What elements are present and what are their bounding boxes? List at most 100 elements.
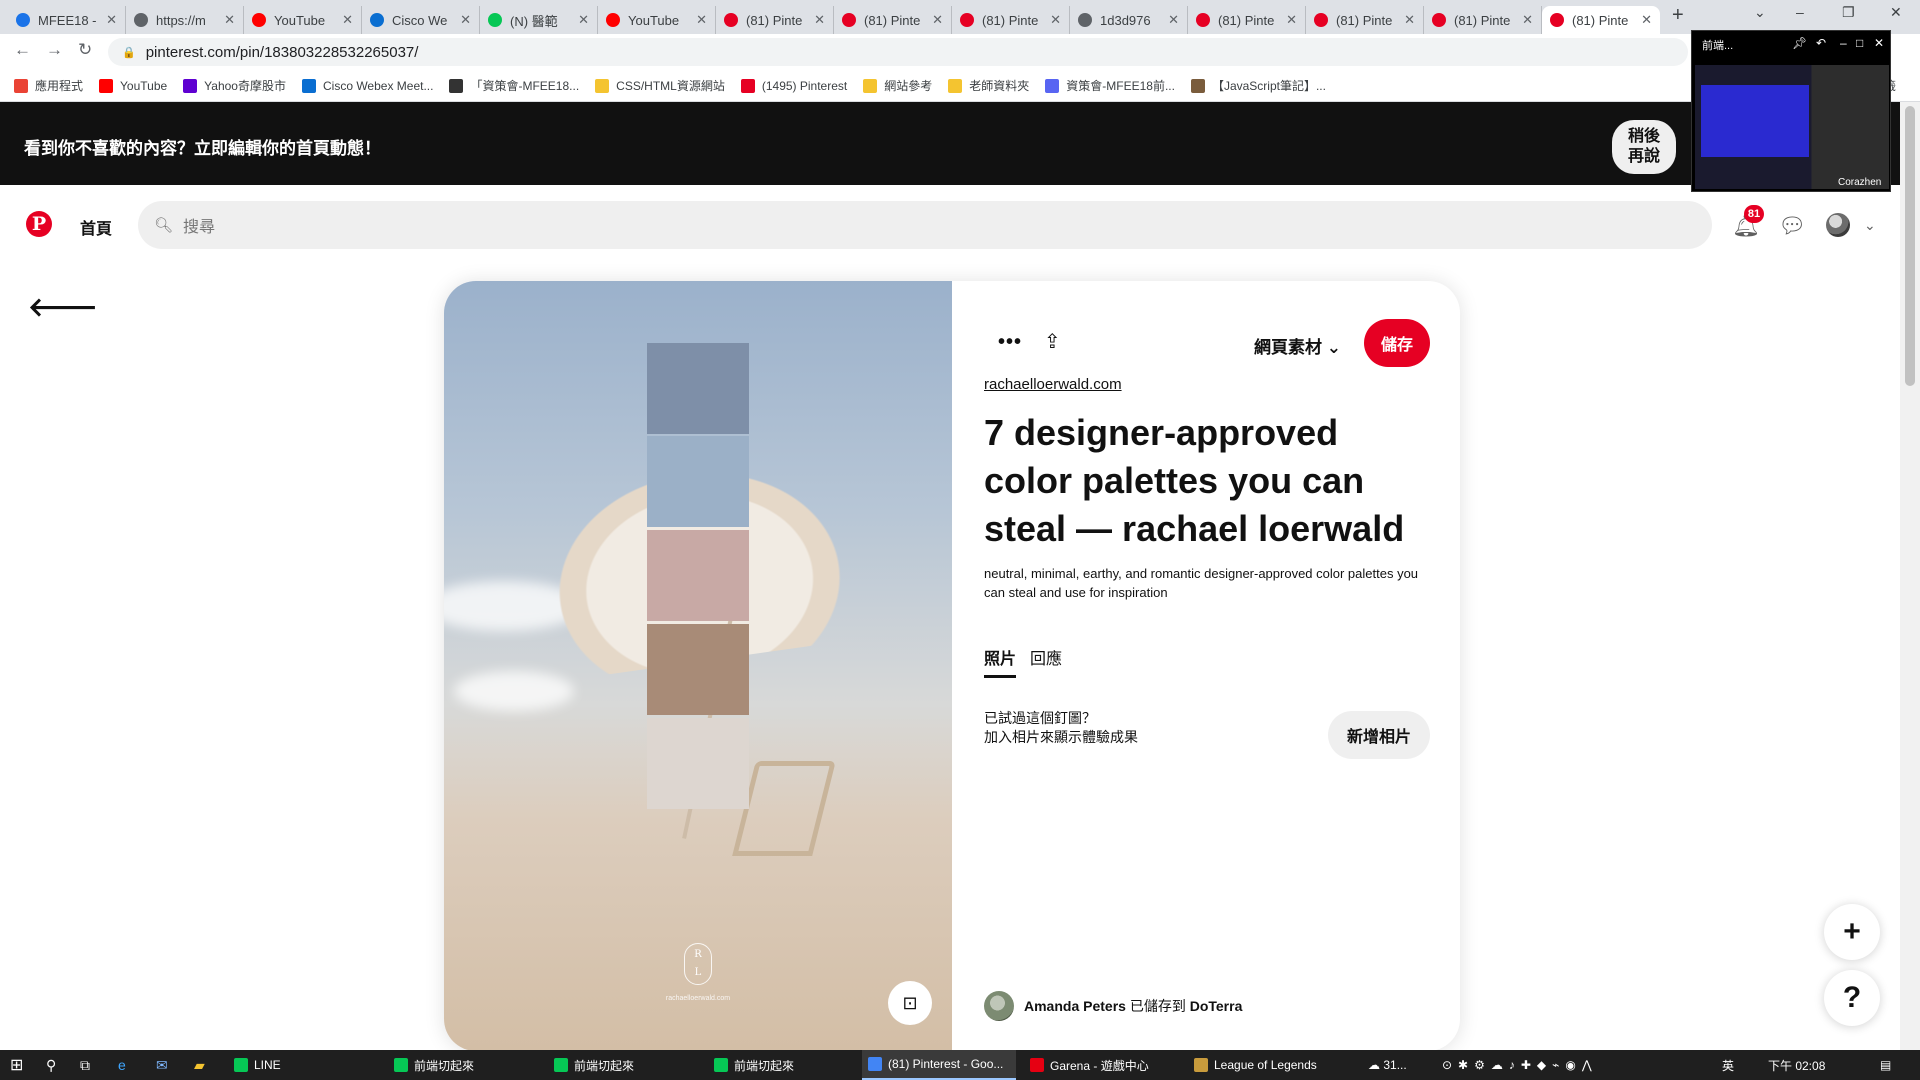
saver-board[interactable]: DoTerra <box>1190 998 1243 1014</box>
tab-search-icon[interactable]: ⌄ <box>1754 4 1766 21</box>
saver-name[interactable]: Amanda Peters <box>1024 998 1126 1014</box>
bookmark-item[interactable]: 老師資料夾 <box>948 77 1029 94</box>
pip-maximize-button[interactable]: □ <box>1856 36 1863 50</box>
reload-icon[interactable]: ↻ <box>78 40 92 60</box>
close-tab-icon[interactable]: ✕ <box>460 12 471 28</box>
close-window-button[interactable]: ✕ <box>1890 4 1902 21</box>
close-tab-icon[interactable]: ✕ <box>696 12 707 28</box>
ime-indicator[interactable]: 英 <box>1722 1050 1734 1080</box>
browser-tab[interactable]: Cisco We ✕ <box>362 6 480 34</box>
close-tab-icon[interactable]: ✕ <box>224 12 235 28</box>
maximize-button[interactable]: ❐ <box>1842 4 1855 21</box>
browser-tab[interactable]: https://m ✕ <box>126 6 244 34</box>
clock[interactable]: 下午 02:08 <box>1768 1050 1825 1080</box>
pin-window-icon[interactable]: 📌︎ <box>1792 36 1807 50</box>
scrollbar-thumb[interactable] <box>1905 106 1915 386</box>
taskbar-app[interactable]: 前端切起來 <box>548 1050 698 1080</box>
visual-search-icon[interactable]: ⊡ <box>888 981 932 1025</box>
bookmark-item[interactable]: 【JavaScript筆記】... <box>1190 77 1326 94</box>
bookmark-item[interactable]: 網站參考 <box>863 77 932 94</box>
browser-tab[interactable]: (81) Pinte ✕ <box>1542 6 1660 34</box>
close-tab-icon[interactable]: ✕ <box>1641 12 1652 28</box>
bookmark-item[interactable]: 資策會-MFEE18前... <box>1045 77 1175 94</box>
windows-start-icon[interactable]: ⊞ <box>10 1050 23 1080</box>
close-tab-icon[interactable]: ✕ <box>578 12 589 28</box>
pin-image[interactable]: RL rachaelloerwald.com ⊡ <box>444 281 952 1051</box>
add-photo-button[interactable]: 新增相片 <box>1328 711 1430 759</box>
close-tab-icon[interactable]: ✕ <box>106 12 117 28</box>
mail-icon[interactable]: ✉ <box>156 1050 168 1080</box>
taskbar-app[interactable]: Garena - 遊戲中心 <box>1024 1050 1180 1080</box>
taskbar-app[interactable]: 前端切起來 <box>708 1050 858 1080</box>
bookmark-item[interactable]: Cisco Webex Meet... <box>301 78 433 93</box>
browser-tab[interactable]: (81) Pinte ✕ <box>834 6 952 34</box>
close-tab-icon[interactable]: ✕ <box>1050 12 1061 28</box>
saver-avatar[interactable] <box>984 991 1014 1021</box>
browser-tab[interactable]: YouTube ✕ <box>598 6 716 34</box>
notification-center-icon[interactable]: ▤ <box>1880 1050 1891 1080</box>
back-arrow-icon[interactable]: 🡐 <box>28 292 98 323</box>
bookmark-item[interactable]: 應用程式 <box>14 77 83 94</box>
taskbar-app[interactable]: 前端切起來 <box>388 1050 538 1080</box>
pip-screen <box>1695 65 1889 189</box>
picture-in-picture-window[interactable]: 前端... 📌︎ ↶ – □ ✕ Corazhen <box>1691 30 1891 192</box>
browser-tab[interactable]: (81) Pinte ✕ <box>1188 6 1306 34</box>
board-selector[interactable]: 網頁素材 ⌄ <box>1254 333 1341 358</box>
browser-tab[interactable]: MFEE18 - ✕ <box>8 6 126 34</box>
share-icon[interactable]: ⇪ <box>1044 329 1061 354</box>
browser-tab[interactable]: 1d3d976 ✕ <box>1070 6 1188 34</box>
pinterest-logo-icon[interactable]: P <box>26 211 52 237</box>
page-scrollbar[interactable] <box>1900 102 1920 1050</box>
close-tab-icon[interactable]: ✕ <box>814 12 825 28</box>
tab-comments[interactable]: 回應 <box>1030 645 1062 669</box>
back-icon[interactable]: ← <box>14 40 31 60</box>
bookmark-item[interactable]: 「資策會-MFEE18... <box>449 77 579 94</box>
tab-title: (81) Pinte <box>1454 12 1511 28</box>
bookmark-item[interactable]: (1495) Pinterest <box>740 78 847 93</box>
help-button[interactable]: ? <box>1824 970 1880 1026</box>
taskbar-app[interactable]: (81) Pinterest - Goo... <box>862 1050 1016 1080</box>
system-tray-icons[interactable]: ⊙✱⚙☁♪✚◆⌁◉⋀ <box>1442 1050 1598 1080</box>
close-tab-icon[interactable]: ✕ <box>932 12 943 28</box>
taskbar-app[interactable]: LINE <box>228 1050 378 1080</box>
browser-tab[interactable]: (N) 醫範 ✕ <box>480 6 598 34</box>
browser-tab[interactable]: YouTube ✕ <box>244 6 362 34</box>
close-tab-icon[interactable]: ✕ <box>1168 12 1179 28</box>
edge-icon[interactable]: e <box>118 1050 126 1080</box>
weather-widget[interactable]: ☁ 31... <box>1368 1050 1407 1080</box>
bookmark-item[interactable]: YouTube <box>99 78 167 93</box>
chevron-down-icon[interactable]: ⌄ <box>1864 217 1876 234</box>
pip-minimize-button[interactable]: – <box>1840 36 1847 50</box>
source-link[interactable]: rachaelloerwald.com <box>984 376 1122 393</box>
close-tab-icon[interactable]: ✕ <box>342 12 353 28</box>
file-explorer-icon[interactable]: ▰ <box>194 1050 205 1080</box>
tab-title: (N) 醫範 <box>510 13 558 29</box>
home-link[interactable]: 首頁 <box>80 215 112 239</box>
close-tab-icon[interactable]: ✕ <box>1286 12 1297 28</box>
minimize-button[interactable]: – <box>1796 4 1804 20</box>
address-bar[interactable]: 🔒 pinterest.com/pin/183803228532265037/ <box>108 38 1688 66</box>
messages-icon[interactable]: 💬︎ <box>1778 213 1806 239</box>
browser-tab[interactable]: (81) Pinte ✕ <box>952 6 1070 34</box>
browser-tab[interactable]: (81) Pinte ✕ <box>1306 6 1424 34</box>
browser-tab[interactable]: (81) Pinte ✕ <box>716 6 834 34</box>
save-button[interactable]: 儲存 <box>1364 319 1430 367</box>
close-tab-icon[interactable]: ✕ <box>1522 12 1533 28</box>
return-icon[interactable]: ↶ <box>1816 36 1826 50</box>
search-input[interactable]: 🔍︎ 搜尋 <box>138 201 1712 249</box>
tab-photos[interactable]: 照片 <box>984 645 1017 678</box>
taskbar-app[interactable]: League of Legends <box>1188 1050 1358 1080</box>
task-view-icon[interactable]: ⧉ <box>80 1050 90 1080</box>
bookmark-item[interactable]: Yahoo奇摩股市 <box>183 77 286 94</box>
more-options-icon[interactable]: ••• <box>998 331 1022 354</box>
bookmark-item[interactable]: CSS/HTML資源網站 <box>595 77 725 94</box>
add-pin-button[interactable]: + <box>1824 904 1880 960</box>
close-tab-icon[interactable]: ✕ <box>1404 12 1415 28</box>
forward-icon[interactable]: → <box>46 40 63 60</box>
browser-tab[interactable]: (81) Pinte ✕ <box>1424 6 1542 34</box>
new-tab-button[interactable]: + <box>1672 4 1684 27</box>
pip-close-button[interactable]: ✕ <box>1874 36 1884 50</box>
search-icon[interactable]: ⚲ <box>46 1050 56 1080</box>
later-button[interactable]: 稍後 再說 <box>1612 120 1676 174</box>
avatar[interactable] <box>1826 213 1850 237</box>
